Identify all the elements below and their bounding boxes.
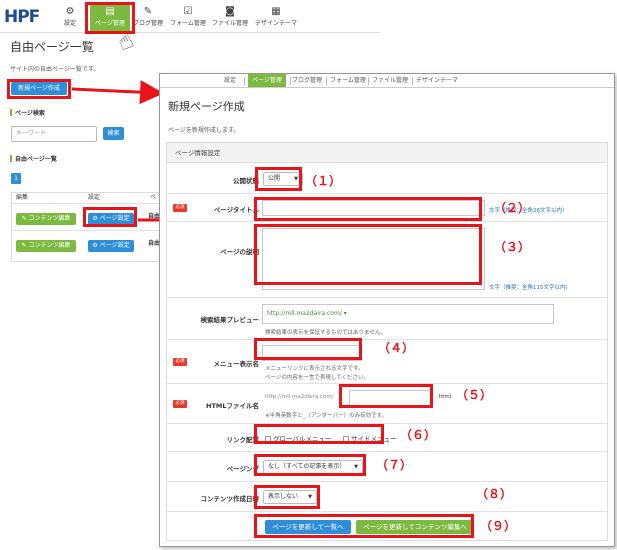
description-hint: 文字（推奨：全角115文字以内） — [489, 285, 571, 291]
annotation-1: （１） — [305, 174, 342, 188]
required-badge: 必須 — [173, 204, 187, 212]
annotation-4: （４） — [378, 341, 415, 355]
nav-page-management[interactable]: ページ管理 — [248, 74, 286, 87]
highlight-9 — [254, 514, 474, 538]
highlight-1 — [255, 167, 302, 191]
menu-name-label: メニュー表示名 — [213, 360, 260, 368]
new-page-title: 新規ページ作成 — [168, 100, 245, 113]
required-badge: 必須 — [173, 400, 187, 408]
highlight-5 — [339, 384, 433, 408]
menu-name-note-1: メニューリンクに表示される文字です。 — [265, 366, 364, 372]
search-preview-label: 検索結果プレビュー — [200, 316, 260, 324]
arrow-to-new-page — [71, 80, 164, 105]
created-date-label: コンテンツ作成日時 — [200, 495, 260, 503]
annotation-8: （８） — [476, 487, 513, 501]
html-file-suffix: .html — [437, 394, 452, 400]
highlight-4 — [254, 338, 362, 360]
preview-url: http://mll.ma2daira.com/ — [267, 310, 342, 317]
highlight-2 — [254, 197, 482, 221]
annotation-9: （９） — [480, 519, 517, 533]
nav-file-management[interactable]: ファイル管理 — [368, 74, 412, 87]
annotation-5: （５） — [456, 388, 493, 402]
new-page-window: 設定 ページ管理 ブログ管理 フォーム管理 ファイル管理 デザインテーマ 新規ペ… — [159, 73, 615, 547]
annotation-6: （６） — [400, 428, 437, 442]
highlight-7 — [254, 454, 366, 476]
annotation-2: （２） — [494, 201, 531, 215]
panel-heading: ページ情報設定 — [167, 143, 607, 163]
nav-form-management[interactable]: フォーム管理 — [326, 74, 370, 87]
menu-name-note-2: ページの内容を一言で表現してください。 — [265, 375, 370, 381]
row-created-date: コンテンツ作成日時 表示しない ▼ — [167, 482, 607, 512]
row-publish-status: 公開状態 公開 ▼ — [167, 164, 607, 194]
divider — [244, 77, 245, 85]
search-preview-box: http://mll.ma2daira.com/ ▾ — [262, 304, 554, 324]
page-title-label: ページタイトル — [213, 206, 259, 214]
new-page-subtitle: ページを新規作成します。 — [168, 127, 240, 134]
nav-blog-management[interactable]: ブログ管理 — [288, 74, 326, 87]
html-file-label: HTMLファイル名 — [206, 402, 259, 410]
search-preview-note: 検索結果の表示を保証するものではありません。 — [265, 330, 386, 336]
row-link-placement: リンク配置 グローバルメニュー サイドメニュー — [167, 424, 607, 452]
nav-settings[interactable]: 設定 — [220, 74, 240, 87]
nav-design-theme[interactable]: デザインテーマ — [412, 74, 462, 87]
required-badge: 必須 — [173, 358, 187, 366]
row-search-preview: 検索結果プレビュー http://mll.ma2daira.com/ ▾ 検索結… — [167, 298, 607, 340]
front-navigation: 設定 ページ管理 ブログ管理 フォーム管理 ファイル管理 デザインテーマ — [160, 74, 614, 88]
annotation-7: （７） — [376, 458, 413, 472]
html-file-note: ※半角英数字と_（アンダーバー）のみ有効です。 — [265, 413, 388, 419]
highlight-3 — [254, 224, 482, 285]
highlight-8 — [254, 485, 320, 509]
highlight-6 — [254, 424, 384, 444]
annotation-3: （３） — [494, 240, 531, 254]
html-file-prefix: http://mll.ma2daira.com/ — [265, 394, 334, 400]
